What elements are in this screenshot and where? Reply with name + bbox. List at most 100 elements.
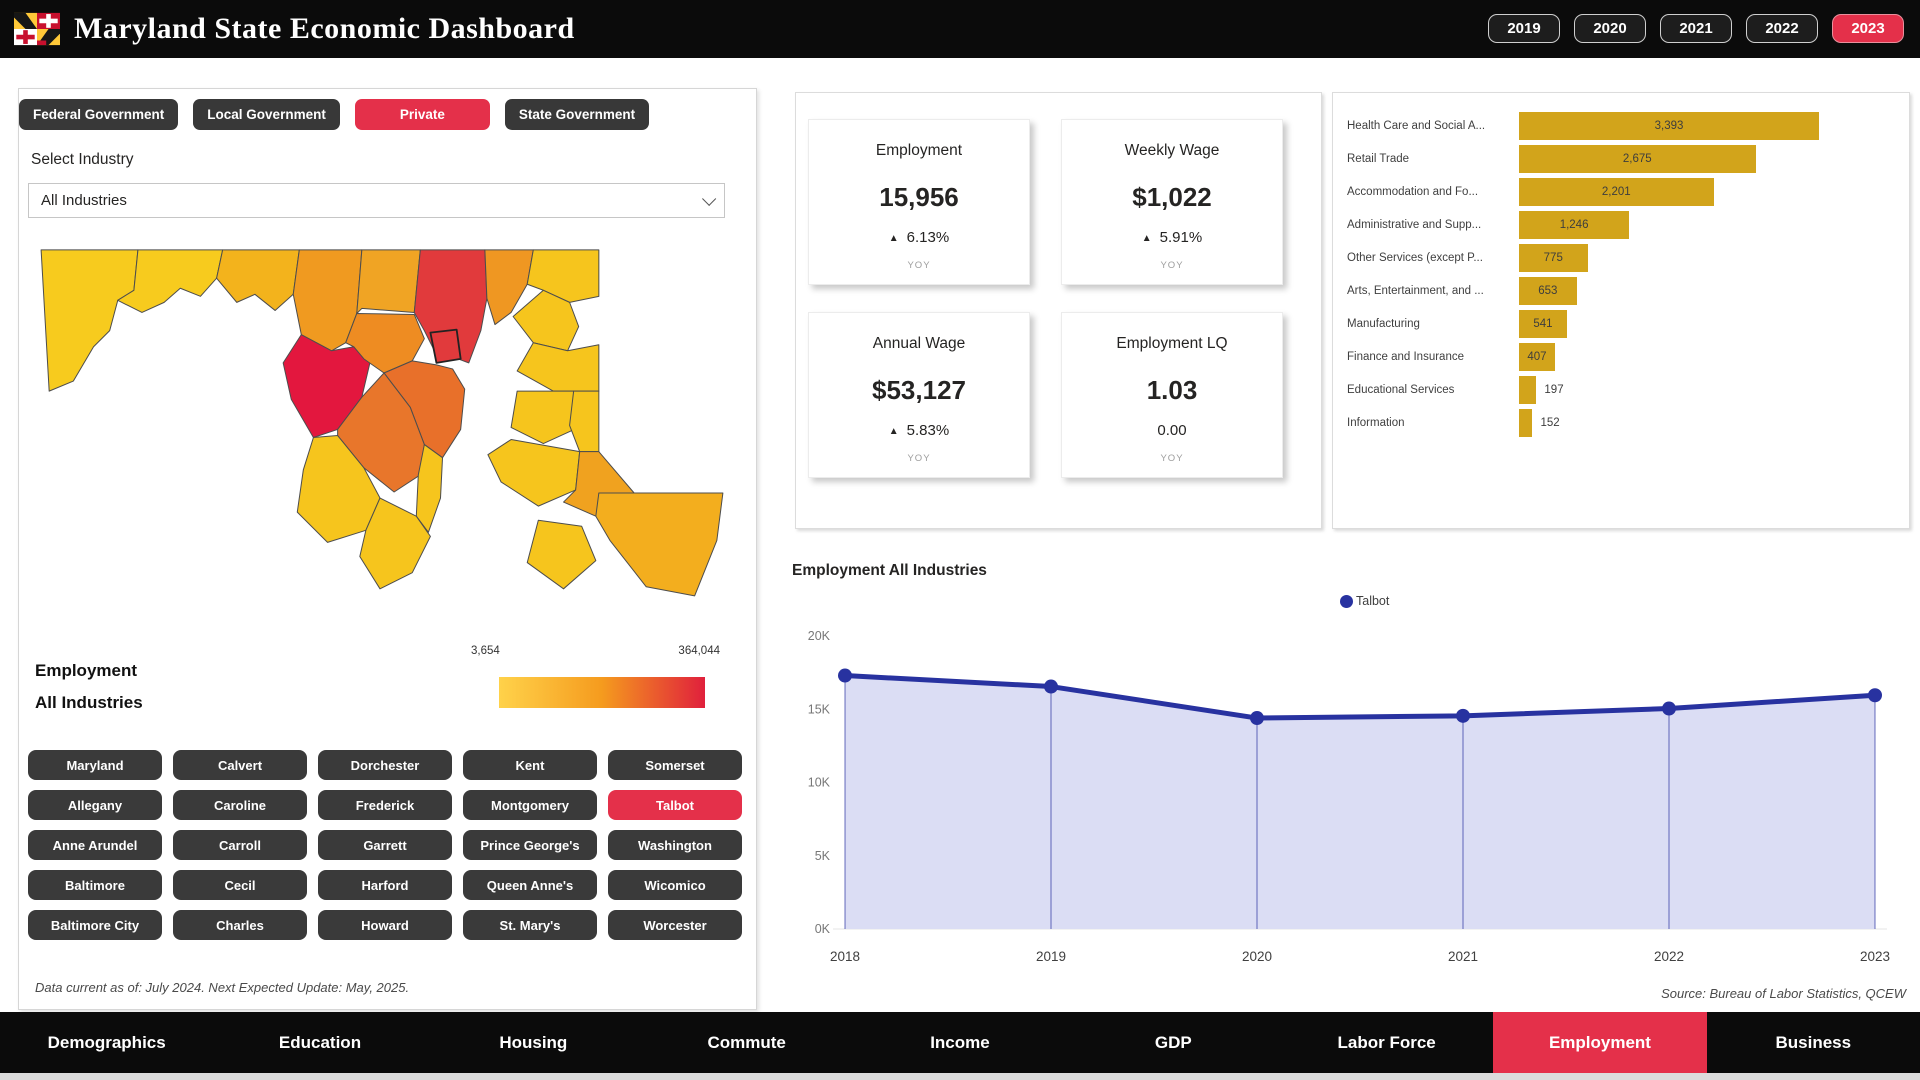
county-button-harford[interactable]: Harford [318, 870, 452, 900]
county-button-somerset[interactable]: Somerset [608, 750, 742, 780]
data-point-marker [838, 669, 852, 683]
bar-value-label: 2,675 [1623, 153, 1652, 165]
data-point-marker [1868, 688, 1882, 702]
bar-row: Manufacturing541 [1347, 307, 1909, 340]
year-button-2021[interactable]: 2021 [1660, 14, 1732, 43]
employment-line-chart: Employment All Industries Talbot 0K5K10K… [790, 556, 1912, 990]
bar-category-label: Arts, Entertainment, and ... [1347, 285, 1519, 297]
bar[interactable] [1519, 409, 1532, 437]
map-legend-max: 364,044 [19, 645, 720, 657]
nav-tab-education[interactable]: Education [213, 1012, 426, 1073]
source-note: Source: Bureau of Labor Statistics, QCEW [1661, 986, 1906, 1001]
kpi-change-value: 5.91% [1160, 229, 1203, 246]
year-button-2022[interactable]: 2022 [1746, 14, 1818, 43]
industry-dropdown[interactable]: All Industries [28, 183, 725, 218]
county-button-montgomery[interactable]: Montgomery [463, 790, 597, 820]
county-button-garrett[interactable]: Garrett [318, 830, 452, 860]
map-county-worcester[interactable] [596, 493, 723, 596]
nav-tab-labor-force[interactable]: Labor Force [1280, 1012, 1493, 1073]
county-button-queen-anne-s[interactable]: Queen Anne's [463, 870, 597, 900]
map-county-talbot[interactable] [511, 391, 579, 443]
header-bar: Maryland State Economic Dashboard 2019 20… [0, 0, 1920, 58]
kpi-value: 1.03 [1062, 375, 1282, 406]
nav-tab-income[interactable]: Income [853, 1012, 1066, 1073]
county-button-kent[interactable]: Kent [463, 750, 597, 780]
nav-tab-business[interactable]: Business [1707, 1012, 1920, 1073]
county-button-allegany[interactable]: Allegany [28, 790, 162, 820]
maryland-map[interactable] [29, 237, 735, 632]
year-button-2020[interactable]: 2020 [1574, 14, 1646, 43]
bar-row: Finance and Insurance407 [1347, 340, 1909, 373]
county-button-charles[interactable]: Charles [173, 910, 307, 940]
year-button-2023[interactable]: 2023 [1832, 14, 1904, 43]
line-chart-title: Employment All Industries [792, 562, 987, 580]
bar-category-label: Retail Trade [1347, 153, 1519, 165]
nav-tab-employment[interactable]: Employment [1493, 1012, 1706, 1073]
county-button-calvert[interactable]: Calvert [173, 750, 307, 780]
x-axis-tick: 2022 [1654, 949, 1684, 964]
map-county-dorchester[interactable] [488, 440, 580, 507]
bar[interactable] [1519, 376, 1536, 404]
bar-row: Accommodation and Fo...2,201 [1347, 175, 1909, 208]
county-button-dorchester[interactable]: Dorchester [318, 750, 452, 780]
county-button-anne-arundel[interactable]: Anne Arundel [28, 830, 162, 860]
kpi-title: Employment [809, 142, 1029, 160]
map-color-scale [499, 677, 705, 708]
bar-value-label: 197 [1544, 384, 1563, 396]
page-title: Maryland State Economic Dashboard [74, 12, 575, 46]
data-point-marker [1662, 702, 1676, 716]
county-button-prince-george-s[interactable]: Prince George's [463, 830, 597, 860]
county-button-baltimore-city[interactable]: Baltimore City [28, 910, 162, 940]
map-legend-title: Employment [35, 661, 137, 681]
ownership-button-federal-government[interactable]: Federal Government [19, 99, 178, 130]
map-county-queen-annes[interactable] [517, 343, 599, 391]
county-button-caroline[interactable]: Caroline [173, 790, 307, 820]
map-county-caroline[interactable] [570, 391, 599, 452]
kpi-card-employment: Employment15,956▲6.13%YOY [808, 119, 1030, 285]
county-button-st-mary-s[interactable]: St. Mary's [463, 910, 597, 940]
x-axis-tick: 2023 [1860, 949, 1890, 964]
county-button-talbot[interactable]: Talbot [608, 790, 742, 820]
county-button-wicomico[interactable]: Wicomico [608, 870, 742, 900]
area-fill [845, 676, 1875, 929]
bar-track: 197 [1519, 376, 1909, 404]
county-button-baltimore[interactable]: Baltimore [28, 870, 162, 900]
line-chart-legend[interactable]: Talbot [1340, 594, 1389, 608]
map-county-garrett[interactable] [41, 250, 138, 391]
industry-dropdown-value: All Industries [41, 192, 702, 209]
map-county-baltimore-city[interactable] [430, 330, 460, 363]
kpi-change: ▲5.91% [1062, 229, 1282, 246]
bar-value-label: 541 [1533, 318, 1552, 330]
map-county-washington[interactable] [217, 250, 300, 311]
main-content: Federal Government Local Government Privat… [0, 58, 1920, 1012]
county-button-cecil[interactable]: Cecil [173, 870, 307, 900]
nav-tab-demographics[interactable]: Demographics [0, 1012, 213, 1073]
select-industry-label: Select Industry [31, 151, 134, 169]
nav-tab-housing[interactable]: Housing [427, 1012, 640, 1073]
kpi-change: ▲5.83% [809, 422, 1029, 439]
bar-value-label: 775 [1544, 252, 1563, 264]
chevron-down-icon [702, 191, 716, 205]
year-button-2019[interactable]: 2019 [1488, 14, 1560, 43]
county-button-maryland[interactable]: Maryland [28, 750, 162, 780]
county-button-washington[interactable]: Washington [608, 830, 742, 860]
line-chart-plot: 0K5K10K15K20K201820192020202120222023 [790, 614, 1910, 974]
kpi-period-label: YOY [809, 260, 1029, 271]
county-button-carroll[interactable]: Carroll [173, 830, 307, 860]
ownership-button-local-government[interactable]: Local Government [193, 99, 340, 130]
bar-track: 2,675 [1519, 145, 1909, 173]
map-county-somerset[interactable] [527, 520, 596, 589]
horizontal-scrollbar[interactable] [0, 1073, 1920, 1080]
map-legend-subtitle: All Industries [35, 693, 143, 713]
county-button-frederick[interactable]: Frederick [318, 790, 452, 820]
ownership-button-state-government[interactable]: State Government [505, 99, 649, 130]
county-button-howard[interactable]: Howard [318, 910, 452, 940]
kpi-period-label: YOY [809, 453, 1029, 464]
map-county-carroll[interactable] [357, 250, 421, 314]
nav-tab-commute[interactable]: Commute [640, 1012, 853, 1073]
ownership-button-private[interactable]: Private [355, 99, 490, 130]
bar-category-label: Health Care and Social A... [1347, 120, 1519, 132]
county-button-worcester[interactable]: Worcester [608, 910, 742, 940]
x-axis-tick: 2018 [830, 949, 860, 964]
nav-tab-gdp[interactable]: GDP [1067, 1012, 1280, 1073]
